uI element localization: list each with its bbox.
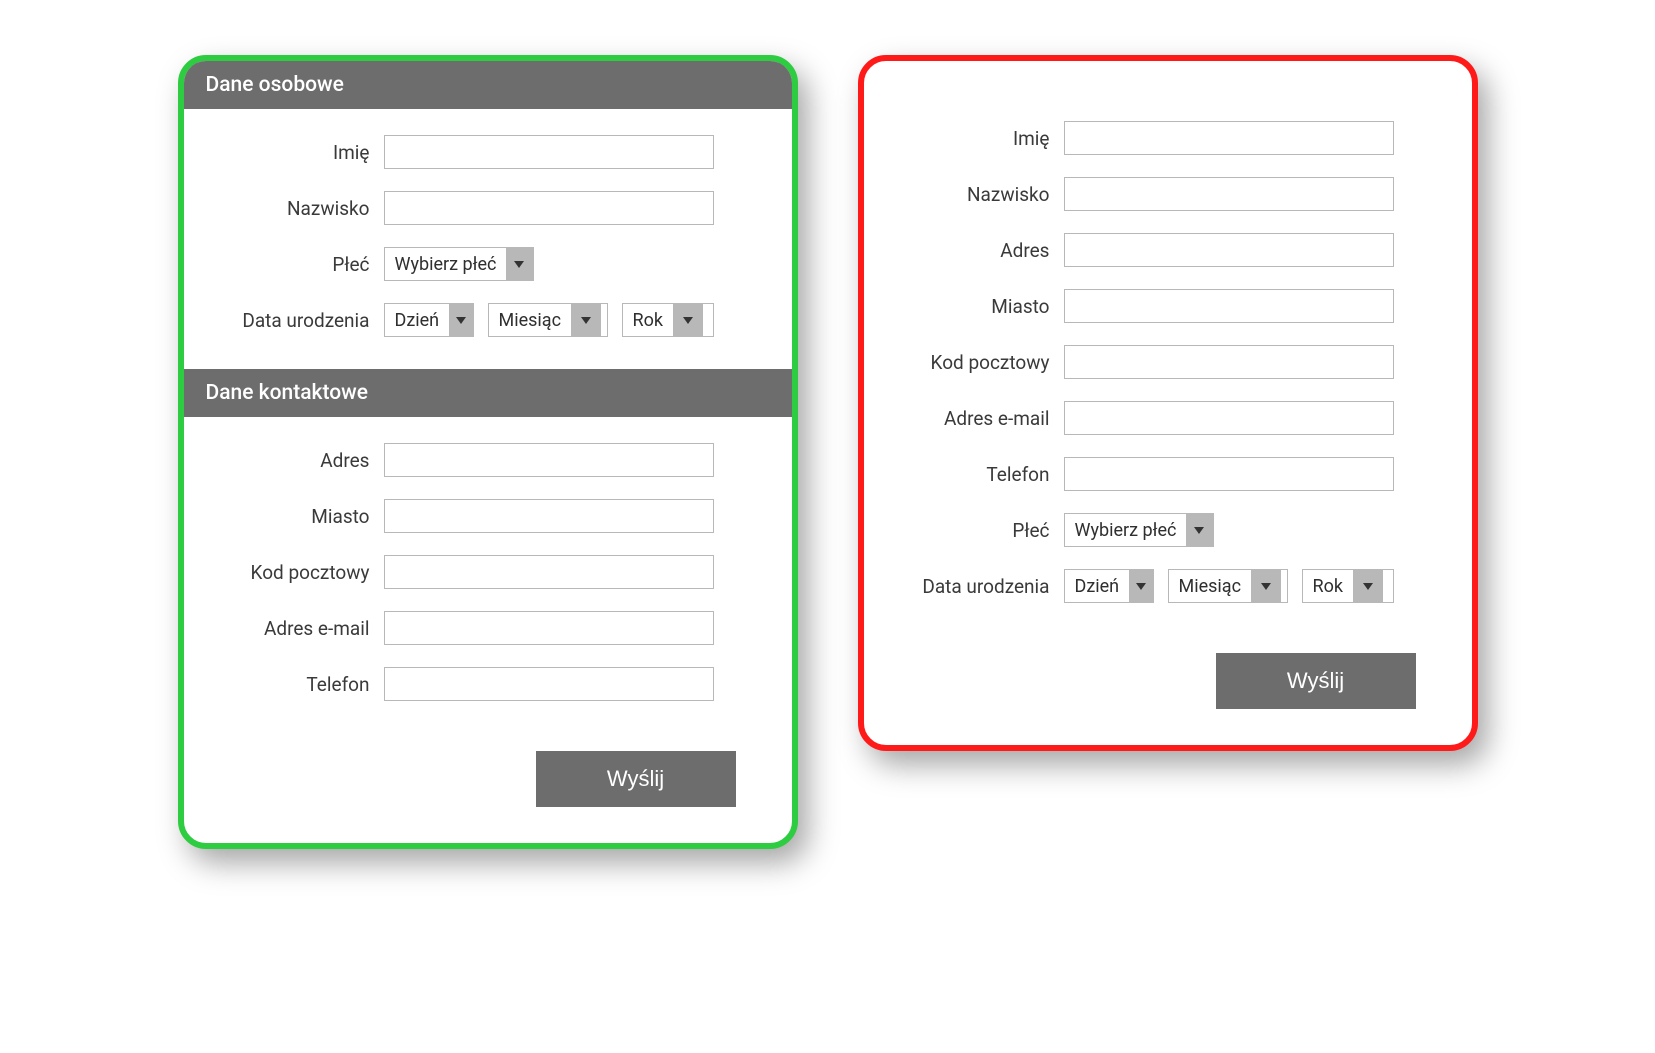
select-year-text: Rok (623, 310, 673, 331)
label-address: Adres (214, 449, 384, 472)
label-city: Miasto (894, 295, 1064, 318)
chevron-down-icon (571, 304, 601, 336)
chevron-down-icon (449, 304, 472, 336)
label-lastname: Nazwisko (894, 183, 1064, 206)
form-card-good: Dane osobowe Imię Nazwisko Płeć Wybierz … (178, 55, 798, 849)
chevron-down-icon (1353, 570, 1383, 602)
select-year[interactable]: Rok (622, 303, 714, 337)
label-dob: Data urodzenia (894, 575, 1064, 598)
input-firstname[interactable] (1064, 121, 1394, 155)
chevron-down-icon (673, 304, 703, 336)
row-postcode: Kod pocztowy (894, 345, 1442, 379)
select-month[interactable]: Miesiąc (1168, 569, 1288, 603)
row-address: Adres (214, 443, 762, 477)
label-city: Miasto (214, 505, 384, 528)
chevron-down-icon (1129, 570, 1152, 602)
input-address[interactable] (1064, 233, 1394, 267)
row-lastname: Nazwisko (894, 177, 1442, 211)
select-month-text: Miesiąc (1169, 576, 1252, 597)
select-gender[interactable]: Wybierz płeć (1064, 513, 1214, 547)
label-email: Adres e-mail (214, 617, 384, 640)
select-month[interactable]: Miesiąc (488, 303, 608, 337)
row-address: Adres (894, 233, 1442, 267)
chevron-down-icon (506, 248, 532, 280)
label-phone: Telefon (214, 673, 384, 696)
select-year[interactable]: Rok (1302, 569, 1394, 603)
input-city[interactable] (384, 499, 714, 533)
select-day[interactable]: Dzień (384, 303, 474, 337)
input-phone[interactable] (1064, 457, 1394, 491)
row-email: Adres e-mail (214, 611, 762, 645)
label-firstname: Imię (214, 141, 384, 164)
row-email: Adres e-mail (894, 401, 1442, 435)
section-header-personal: Dane osobowe (184, 61, 792, 109)
label-postcode: Kod pocztowy (214, 561, 384, 584)
select-day[interactable]: Dzień (1064, 569, 1154, 603)
row-postcode: Kod pocztowy (214, 555, 762, 589)
label-lastname: Nazwisko (214, 197, 384, 220)
row-city: Miasto (214, 499, 762, 533)
input-email[interactable] (1064, 401, 1394, 435)
label-gender: Płeć (214, 253, 384, 276)
input-postcode[interactable] (384, 555, 714, 589)
input-city[interactable] (1064, 289, 1394, 323)
input-lastname[interactable] (1064, 177, 1394, 211)
label-postcode: Kod pocztowy (894, 351, 1064, 374)
label-email: Adres e-mail (894, 407, 1064, 430)
row-gender: Płeć Wybierz płeć (214, 247, 762, 281)
label-firstname: Imię (894, 127, 1064, 150)
row-gender: Płeć Wybierz płeć (894, 513, 1442, 547)
label-phone: Telefon (894, 463, 1064, 486)
personal-fields: Imię Nazwisko Płeć Wybierz płeć Data uro… (184, 109, 792, 369)
select-gender[interactable]: Wybierz płeć (384, 247, 534, 281)
row-firstname: Imię (214, 135, 762, 169)
submit-row: Wyślij (864, 643, 1472, 709)
label-address: Adres (894, 239, 1064, 262)
row-phone: Telefon (894, 457, 1442, 491)
chevron-down-icon (1251, 570, 1281, 602)
row-dob: Data urodzenia Dzień Miesiąc Rok (214, 303, 762, 337)
section-header-contact: Dane kontaktowe (184, 369, 792, 417)
flat-fields: Imię Nazwisko Adres Miasto Kod pocztowy … (864, 61, 1472, 635)
submit-button[interactable]: Wyślij (1216, 653, 1416, 709)
input-lastname[interactable] (384, 191, 714, 225)
chevron-down-icon (1186, 514, 1212, 546)
row-dob: Data urodzenia Dzień Miesiąc Rok (894, 569, 1442, 603)
row-city: Miasto (894, 289, 1442, 323)
select-day-text: Dzień (1065, 576, 1130, 597)
select-day-text: Dzień (385, 310, 450, 331)
input-postcode[interactable] (1064, 345, 1394, 379)
select-gender-text: Wybierz płeć (385, 254, 507, 275)
form-card-bad: Imię Nazwisko Adres Miasto Kod pocztowy … (858, 55, 1478, 751)
submit-row: Wyślij (184, 741, 792, 807)
select-gender-text: Wybierz płeć (1065, 520, 1187, 541)
select-month-text: Miesiąc (489, 310, 572, 331)
input-address[interactable] (384, 443, 714, 477)
row-lastname: Nazwisko (214, 191, 762, 225)
label-dob: Data urodzenia (214, 309, 384, 332)
row-phone: Telefon (214, 667, 762, 701)
row-firstname: Imię (894, 121, 1442, 155)
contact-fields: Adres Miasto Kod pocztowy Adres e-mail T… (184, 417, 792, 733)
input-firstname[interactable] (384, 135, 714, 169)
label-gender: Płeć (894, 519, 1064, 542)
input-phone[interactable] (384, 667, 714, 701)
input-email[interactable] (384, 611, 714, 645)
select-year-text: Rok (1303, 576, 1353, 597)
submit-button[interactable]: Wyślij (536, 751, 736, 807)
